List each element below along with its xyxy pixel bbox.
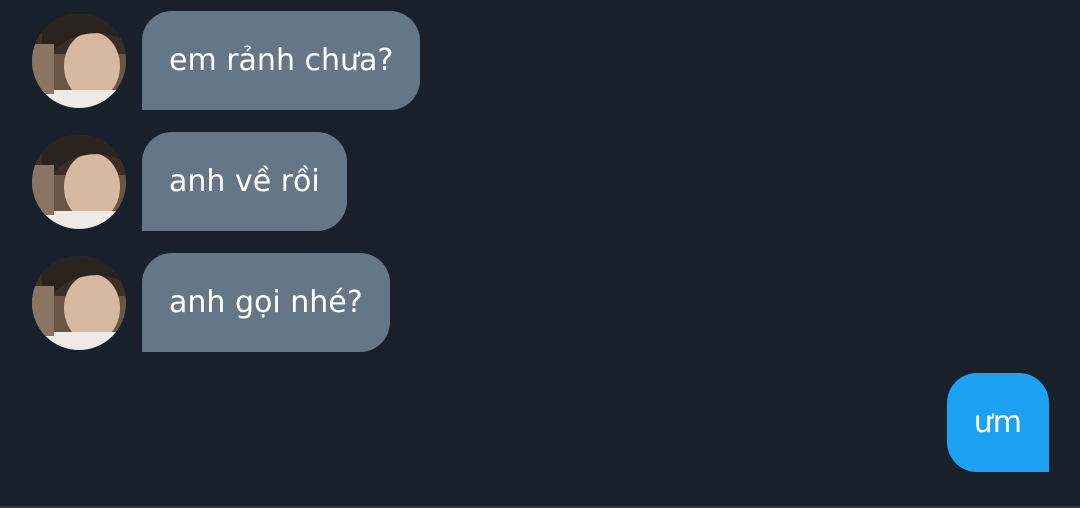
message-text: em rảnh chưa? <box>169 43 394 78</box>
chat-thread: em rảnh chưa? anh về rồi anh gọi nhé? ưm <box>0 0 1080 508</box>
message-text: ưm <box>973 405 1022 440</box>
avatar-photo-icon <box>32 256 126 350</box>
message-bubble-received[interactable]: anh gọi nhé? <box>142 253 390 352</box>
avatar-photo-icon <box>32 135 126 229</box>
message-row-received: anh về rồi <box>0 132 1080 232</box>
message-text: anh gọi nhé? <box>169 285 363 320</box>
avatar[interactable] <box>32 256 126 350</box>
message-row-received: em rảnh chưa? <box>0 11 1080 111</box>
message-bubble-received[interactable]: anh về rồi <box>142 132 347 231</box>
message-row-received: anh gọi nhé? <box>0 253 1080 353</box>
message-bubble-received[interactable]: em rảnh chưa? <box>142 11 421 110</box>
message-text: anh về rồi <box>169 164 320 199</box>
avatar[interactable] <box>32 14 126 108</box>
avatar[interactable] <box>32 135 126 229</box>
avatar-photo-icon <box>32 14 126 108</box>
message-bubble-sent[interactable]: ưm <box>946 373 1049 472</box>
